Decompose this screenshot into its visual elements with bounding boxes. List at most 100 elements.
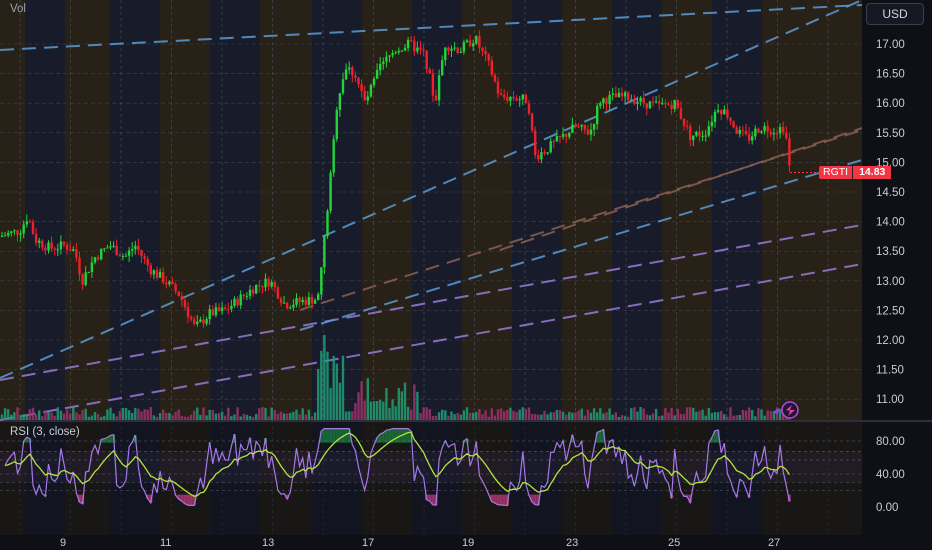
candle-body: [332, 139, 335, 173]
candle-body: [7, 233, 10, 236]
volume-bar: [658, 416, 661, 420]
candlestick-chart[interactable]: 17.0016.5016.0015.5015.0014.5014.0013.50…: [0, 0, 932, 550]
volume-bar: [667, 412, 670, 420]
volume-bar: [81, 410, 84, 420]
candle-body: [369, 85, 373, 97]
volume-bar: [475, 411, 478, 420]
candle-body: [571, 124, 574, 133]
candle-body: [109, 246, 112, 248]
volume-bar: [295, 409, 298, 420]
volume-bar: [707, 407, 710, 420]
volume-bar: [19, 415, 22, 420]
volume-bar: [403, 382, 407, 420]
candle-body: [186, 307, 190, 317]
volume-bar: [298, 414, 301, 420]
volume-bar: [177, 409, 180, 420]
volume-bar: [630, 408, 633, 420]
candle-body: [726, 109, 729, 118]
volume-bar: [568, 411, 571, 420]
volume-bar: [493, 415, 497, 420]
candle-body: [0, 235, 4, 237]
candle-body: [375, 70, 379, 79]
volume-bar: [41, 416, 44, 420]
candle-body: [360, 84, 363, 91]
candle-body: [580, 124, 583, 127]
volume-bar: [462, 410, 466, 420]
volume-bar: [679, 414, 683, 420]
volume-bar: [394, 406, 397, 420]
candle-body: [270, 282, 273, 287]
rsi-overbought: [384, 430, 388, 443]
volume-bar: [100, 416, 103, 420]
volume-bar: [127, 410, 131, 420]
candle-body: [682, 118, 686, 126]
candle-body: [205, 319, 208, 324]
volume-bar: [351, 411, 354, 420]
candle-body: [558, 136, 562, 138]
candle-body: [605, 98, 608, 105]
volume-bar: [648, 415, 652, 420]
volume-bar: [270, 407, 273, 420]
candle-body: [716, 110, 720, 112]
candle-body: [338, 93, 342, 110]
volume-bar: [642, 408, 645, 420]
volume-bar: [661, 415, 664, 420]
rsi-tick-label: 80.00: [876, 436, 905, 448]
volume-bar: [134, 407, 137, 420]
volume-bar: [673, 415, 676, 420]
volume-bar: [664, 408, 667, 420]
candle-body: [568, 132, 571, 137]
volume-bar: [3, 408, 7, 420]
currency-button[interactable]: USD: [866, 3, 924, 25]
volume-bar: [422, 407, 425, 420]
volume-bar: [90, 415, 94, 420]
candle-body: [462, 42, 466, 52]
volume-bar: [34, 414, 38, 420]
candle-body: [131, 249, 134, 251]
volume-bar: [282, 413, 286, 420]
volume-bar: [326, 351, 329, 420]
volume-bar: [583, 415, 586, 420]
volume-bar: [286, 413, 289, 420]
candle-body: [527, 103, 531, 114]
volume-bar: [453, 414, 456, 420]
volume-bar: [431, 416, 435, 420]
candle-body: [512, 96, 515, 99]
candle-body: [19, 233, 22, 235]
candle-body: [335, 109, 338, 140]
candle-body: [450, 48, 453, 51]
volume-bar: [478, 409, 481, 420]
candle-body: [149, 265, 152, 275]
candle-body: [146, 258, 149, 266]
volume-bar: [388, 407, 391, 420]
candle-body: [487, 54, 490, 61]
candle-body: [196, 321, 199, 324]
volume-bar: [633, 407, 636, 420]
candle-body: [183, 299, 187, 308]
volume-bar: [202, 407, 205, 420]
candle-body: [121, 256, 125, 258]
candle-body: [400, 50, 404, 52]
volume-bar: [369, 401, 373, 420]
candle-body: [84, 272, 87, 285]
volume-bar: [546, 414, 549, 420]
volume-bar: [757, 408, 760, 420]
candle-body: [620, 92, 624, 97]
candle-body: [239, 294, 242, 306]
volume-bar: [763, 415, 766, 420]
price-tick-label: 14.50: [876, 187, 905, 199]
candle-body: [416, 47, 419, 52]
candle-body: [530, 113, 534, 131]
volume-bar: [348, 411, 351, 420]
candle-body: [441, 60, 444, 76]
volume-bar: [320, 350, 323, 420]
candle-body: [636, 101, 639, 104]
volume-bar: [230, 416, 233, 420]
volume-bar: [65, 409, 69, 420]
volume-bar: [419, 413, 422, 420]
candle-body: [738, 130, 741, 134]
candle-body: [627, 92, 630, 101]
candle-body: [648, 101, 652, 109]
candle-body: [692, 135, 695, 140]
volume-bar: [84, 408, 87, 420]
